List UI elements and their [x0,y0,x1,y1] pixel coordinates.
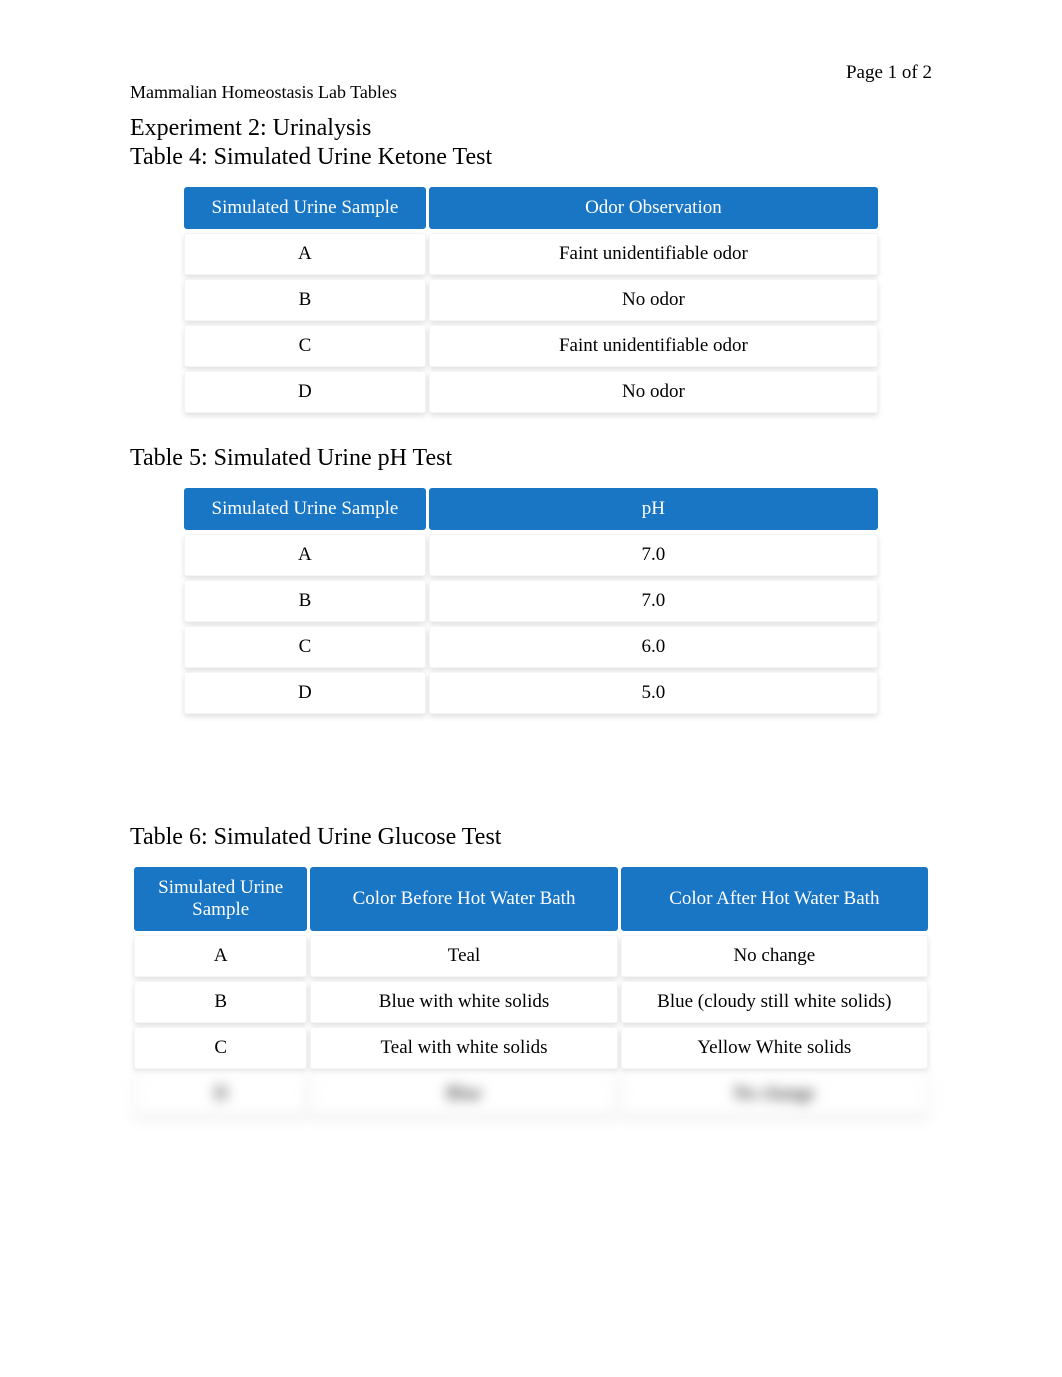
table5-cell-sample: B [184,580,426,622]
table4-cell-value: Faint unidentifiable odor [429,233,878,275]
table4-cell-sample: A [184,233,426,275]
table5-header-row: Simulated Urine Sample pH [184,488,878,530]
table6-cell-after: Yellow White solids [621,1027,928,1069]
table6-header-after: Color After Hot Water Bath [621,867,928,931]
table6-cell-sample: B [134,981,307,1023]
table-row: D 5.0 [184,672,878,714]
table-row: B Blue with white solids Blue (cloudy st… [134,981,928,1023]
table4-header-sample: Simulated Urine Sample [184,187,426,229]
table5-cell-value: 6.0 [429,626,878,668]
table6-cell-sample: D [134,1073,307,1115]
experiment-title: Experiment 2: Urinalysis [130,115,932,142]
table5-title: Table 5: Simulated Urine pH Test [130,445,932,472]
table5: Simulated Urine Sample pH A 7.0 B 7.0 C … [181,484,881,718]
table6-header-sample: Simulated Urine Sample [134,867,307,931]
table6-cell-before: Teal with white solids [310,1027,617,1069]
table6-cell-sample: C [134,1027,307,1069]
table5-cell-value: 7.0 [429,534,878,576]
table4-cell-value: Faint unidentifiable odor [429,325,878,367]
table4: Simulated Urine Sample Odor Observation … [181,183,881,417]
table-row: C Teal with white solids Yellow White so… [134,1027,928,1069]
table5-header-ph: pH [429,488,878,530]
table-row: A Faint unidentifiable odor [184,233,878,275]
table5-header-sample: Simulated Urine Sample [184,488,426,530]
table4-cell-sample: C [184,325,426,367]
table6-cell-sample: A [134,935,307,977]
page-number: Page 1 of 2 [846,62,932,84]
table6-title: Table 6: Simulated Urine Glucose Test [130,824,932,851]
table-row: B 7.0 [184,580,878,622]
table4-cell-value: No odor [429,371,878,413]
table6-cell-after: Blue (cloudy still white solids) [621,981,928,1023]
table6-cell-before: Teal [310,935,617,977]
table6: Simulated Urine Sample Color Before Hot … [131,863,931,1119]
table5-cell-value: 5.0 [429,672,878,714]
table6-cell-after: No change [621,935,928,977]
table4-cell-sample: D [184,371,426,413]
table6-cell-before: Blue [310,1073,617,1115]
table6-header-before: Color Before Hot Water Bath [310,867,617,931]
table6-cell-before: Blue with white solids [310,981,617,1023]
table-row: D No odor [184,371,878,413]
table-row: D Blue No change [134,1073,928,1115]
document-header: Mammalian Homeostasis Lab Tables [130,82,932,103]
table5-cell-value: 7.0 [429,580,878,622]
table-row: B No odor [184,279,878,321]
table-row: C Faint unidentifiable odor [184,325,878,367]
bottom-fade-overlay [0,1177,1062,1377]
table-row: A Teal No change [134,935,928,977]
table-row: A 7.0 [184,534,878,576]
table6-cell-after: No change [621,1073,928,1115]
table4-header-row: Simulated Urine Sample Odor Observation [184,187,878,229]
table4-title: Table 4: Simulated Urine Ketone Test [130,144,932,171]
table4-cell-value: No odor [429,279,878,321]
page-content: Mammalian Homeostasis Lab Tables Experim… [0,0,1062,1119]
table4-header-observation: Odor Observation [429,187,878,229]
table5-cell-sample: C [184,626,426,668]
table4-cell-sample: B [184,279,426,321]
table6-header-row: Simulated Urine Sample Color Before Hot … [134,867,928,931]
table5-cell-sample: A [184,534,426,576]
table5-cell-sample: D [184,672,426,714]
table-row: C 6.0 [184,626,878,668]
